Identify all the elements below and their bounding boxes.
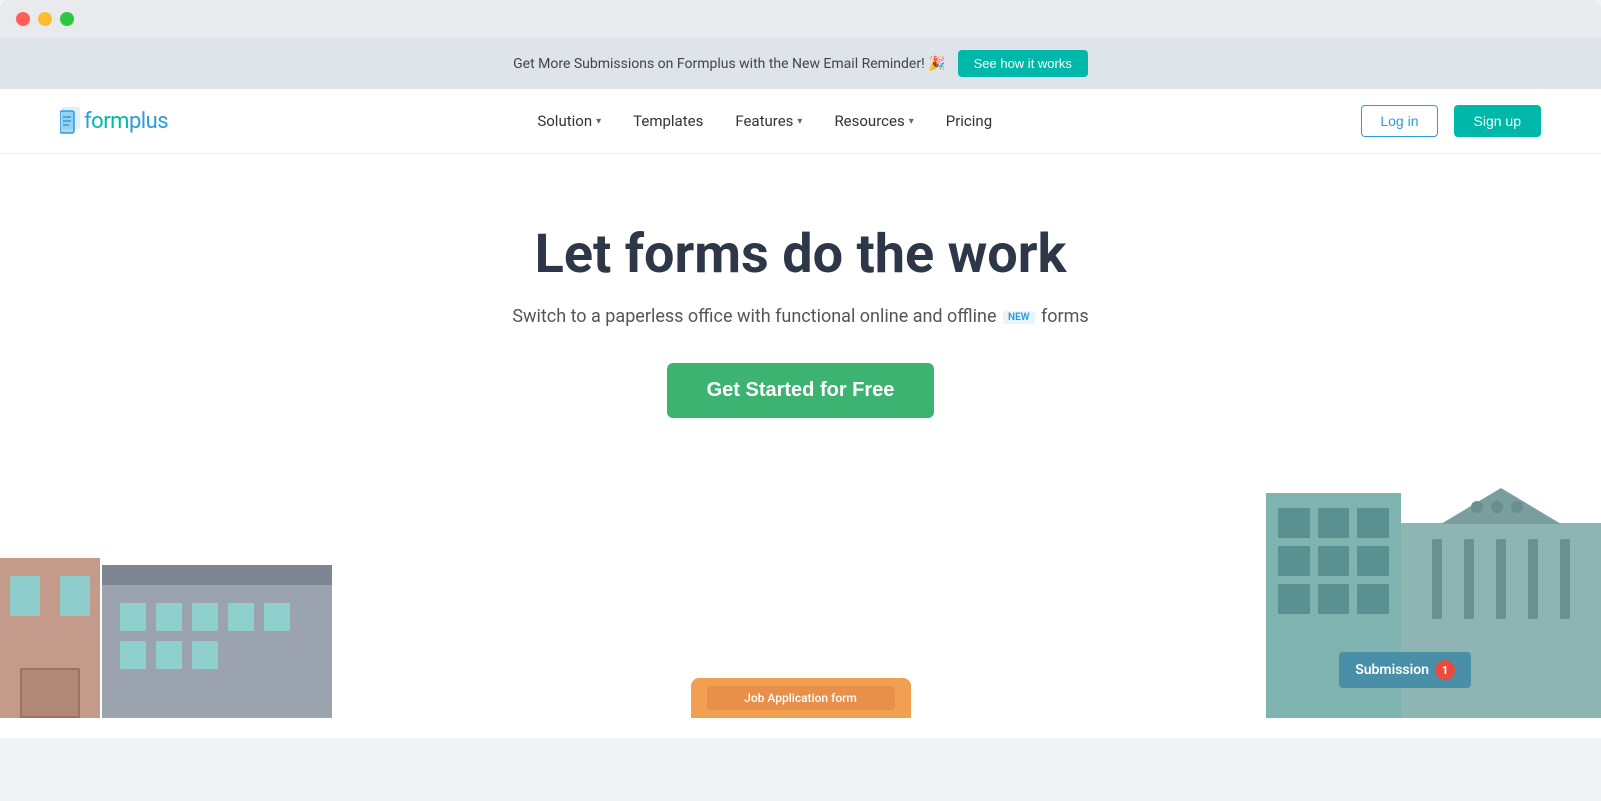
- nav-templates[interactable]: Templates: [633, 112, 703, 130]
- illustration-area: Job Application form: [0, 458, 1601, 718]
- maximize-dot[interactable]: [60, 12, 74, 26]
- nav-links: Solution ▾ Templates Features ▾ Resource…: [537, 112, 992, 130]
- nav-pricing[interactable]: Pricing: [946, 112, 992, 130]
- hero-title: Let forms do the work: [40, 224, 1561, 286]
- signup-button[interactable]: Sign up: [1454, 105, 1541, 137]
- form-card-label: Job Application form: [707, 686, 895, 710]
- browser-controls: [16, 12, 1585, 38]
- close-dot[interactable]: [16, 12, 30, 26]
- nav-features[interactable]: Features ▾: [735, 112, 802, 130]
- submission-label: Submission: [1355, 662, 1429, 678]
- nav-actions: Log in Sign up: [1361, 105, 1541, 137]
- logo[interactable]: formplus: [60, 107, 168, 135]
- buildings-left: [0, 558, 332, 718]
- browser-chrome: [0, 0, 1601, 38]
- page-wrapper: Get More Submissions on Formplus with th…: [0, 38, 1601, 738]
- nav-solution[interactable]: Solution ▾: [537, 112, 601, 130]
- new-badge: NEW: [1003, 311, 1035, 324]
- nav-resources[interactable]: Resources ▾: [834, 112, 913, 130]
- building-2: [102, 583, 332, 718]
- building-1: [0, 558, 100, 718]
- announcement-bar: Get More Submissions on Formplus with th…: [0, 38, 1601, 89]
- submission-badge: Submission 1: [1339, 652, 1471, 688]
- chevron-down-icon-features: ▾: [797, 116, 802, 127]
- hero-subtitle: Switch to a paperless office with functi…: [40, 306, 1561, 327]
- chevron-down-icon-resources: ▾: [909, 116, 914, 127]
- logo-icon: [60, 107, 82, 135]
- login-button[interactable]: Log in: [1361, 105, 1437, 137]
- see-how-button[interactable]: See how it works: [958, 50, 1088, 77]
- form-card: Job Application form: [691, 678, 911, 718]
- building-classic: [1401, 523, 1601, 718]
- announcement-text: Get More Submissions on Formplus with th…: [513, 56, 946, 72]
- submission-count: 1: [1435, 660, 1455, 680]
- cta-button[interactable]: Get Started for Free: [667, 363, 935, 418]
- chevron-down-icon: ▾: [596, 116, 601, 127]
- form-card-header: Job Application form: [691, 678, 911, 718]
- navbar: formplus Solution ▾ Templates Features ▾…: [0, 89, 1601, 154]
- logo-text: formplus: [84, 109, 168, 134]
- hero-section: Let forms do the work Switch to a paperl…: [0, 154, 1601, 458]
- minimize-dot[interactable]: [38, 12, 52, 26]
